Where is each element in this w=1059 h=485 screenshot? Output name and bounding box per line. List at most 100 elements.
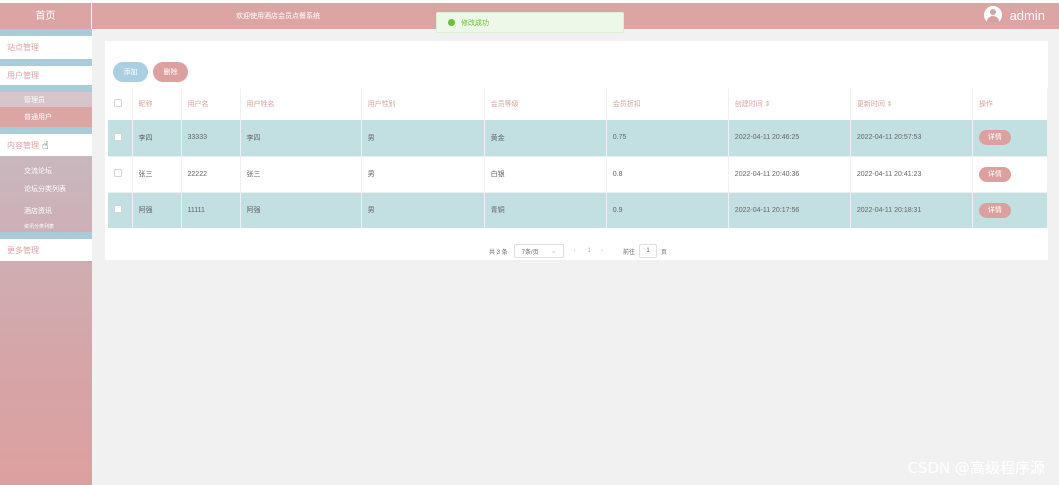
table-cell: 2022-04-11 20:46:25 (728, 120, 851, 156)
column-header: 操作 (972, 88, 1049, 120)
sidebar-divider (0, 29, 92, 36)
table-cell: 男 (361, 192, 485, 228)
pagination: 共 3 条 7条/页 ⌄ ‹ 1 › 前往 1 页 (489, 244, 667, 258)
column-header: 用户性别 (361, 88, 485, 120)
table-row: 阿强 11111 阿强 男 青铜 0.9 2022-04-11 20:17:56… (108, 192, 1049, 228)
table-cell: 2022-04-11 20:40:36 (728, 156, 851, 192)
page-size-select[interactable]: 7条/页 ⌄ (513, 244, 564, 258)
sidebar-divider (0, 59, 92, 66)
user-table: 昵称 用户名 用户姓名 用户性别 会员等级 会员折扣 创建时间 ⇕ 更新时间 ⇕… (108, 88, 1049, 228)
row-checkbox[interactable] (114, 205, 122, 214)
sidebar-item-label[interactable]: 资讯分类列表 (24, 223, 54, 230)
main-content: 添加 删除 昵称 用户名 用户姓名 用户性别 会员等级 会员折扣 创建时间 ⇕ … (92, 29, 1059, 485)
sidebar-group-content[interactable]: 内容管理 ☝ (0, 134, 92, 156)
sidebar-item-label[interactable]: 论坛分类列表 (24, 184, 66, 194)
success-toast: 修改成功 (436, 12, 624, 33)
total-count: 共 3 条 (489, 249, 508, 256)
detail-button[interactable]: 详情 (978, 202, 1011, 218)
sortable-column-header[interactable]: 创建时间 ⇕ (728, 88, 851, 120)
prev-page-button[interactable]: ‹ (574, 248, 576, 254)
table-cell: 张三 (240, 156, 362, 192)
table-row: 李四 33333 李四 男 黄金 0.75 2022-04-11 20:46:2… (108, 120, 1049, 156)
sidebar-item-forum[interactable]: 交流论坛 (0, 162, 92, 180)
sidebar-item-hotel-news[interactable]: 酒店资讯 (0, 202, 92, 220)
sidebar-group-label[interactable]: 站点管理 (7, 42, 39, 53)
sidebar-group-user[interactable]: 用户管理 (0, 66, 92, 85)
table-cell: 李四 (240, 120, 362, 156)
home-label[interactable]: 首页 (36, 7, 56, 22)
action-cell: 详情 (972, 192, 1049, 228)
table-cell: 0.75 (606, 120, 729, 156)
row-checkbox[interactable] (114, 132, 122, 141)
table-cell: 张三 (132, 156, 182, 192)
page-number-current[interactable]: 1 (588, 248, 591, 254)
detail-button[interactable]: 详情 (978, 166, 1011, 182)
column-header: 昵称 (132, 88, 182, 120)
table-cell: 2022-04-11 20:41:23 (850, 156, 973, 192)
table-row: 张三 22222 张三 男 白银 0.8 2022-04-11 20:40:36… (108, 156, 1049, 192)
table-cell: 11111 (181, 192, 241, 228)
column-header: 会员折扣 (606, 88, 729, 120)
table-cell: 白银 (484, 156, 607, 192)
table-cell: 0.8 (606, 156, 729, 192)
sortable-column-header[interactable]: 更新时间 ⇕ (850, 88, 973, 120)
sidebar-divider (0, 232, 92, 239)
sidebar-item-news-category[interactable]: 资讯分类列表 (0, 221, 92, 232)
sidebar-group-site[interactable]: 站点管理 (0, 36, 92, 59)
sidebar-group-more[interactable]: 更多管理 (0, 239, 92, 261)
select-all-cell[interactable] (108, 88, 133, 120)
add-button[interactable]: 添加 (113, 62, 148, 82)
sidebar-group-label[interactable]: 用户管理 (7, 70, 39, 81)
table-cell: 阿强 (132, 192, 182, 228)
column-header: 会员等级 (484, 88, 607, 120)
table-cell: 0.9 (606, 192, 729, 228)
action-cell: 详情 (972, 120, 1049, 156)
table-cell: 2022-04-11 20:57:53 (850, 120, 973, 156)
table-cell: 2022-04-11 20:18:31 (850, 192, 973, 228)
success-check-icon (448, 19, 455, 26)
sidebar-item-label[interactable]: 普通用户 (24, 112, 52, 122)
home-tab[interactable]: 首页 (0, 3, 92, 29)
row-checkbox[interactable] (114, 169, 122, 177)
next-page-button[interactable]: › (601, 248, 603, 254)
goto-page-input[interactable]: 1 (639, 244, 658, 258)
row-select-cell[interactable] (108, 192, 133, 228)
sidebar-divider (0, 85, 92, 92)
table-cell: 男 (361, 120, 485, 156)
sidebar-item-admin[interactable]: 管理员 (0, 92, 92, 107)
sidebar-item-label[interactable]: 交流论坛 (24, 166, 52, 176)
column-header: 用户名 (181, 88, 241, 120)
select-all-checkbox[interactable] (114, 99, 122, 107)
welcome-text: 欢迎使用酒店会员点餐系统 (236, 13, 320, 20)
row-select-cell[interactable] (108, 120, 133, 156)
table-cell: 青铜 (484, 192, 607, 228)
sidebar-group-label[interactable]: 内容管理 (7, 140, 39, 151)
pointer-cursor-icon: ☝ (42, 139, 49, 152)
table-cell: 李四 (132, 120, 182, 156)
sidebar-item-label[interactable]: 酒店资讯 (24, 206, 52, 216)
table-header-row: 昵称 用户名 用户姓名 用户性别 会员等级 会员折扣 创建时间 ⇕ 更新时间 ⇕… (108, 88, 1049, 120)
chevron-down-icon[interactable]: ⌄ (551, 247, 557, 255)
delete-button[interactable]: 删除 (153, 62, 188, 82)
table-cell: 男 (361, 156, 485, 192)
username-label[interactable]: admin (1010, 8, 1045, 23)
sidebar-item-label[interactable]: 管理员 (24, 95, 45, 105)
watermark: CSDN @高级程序源 (907, 459, 1045, 477)
detail-button[interactable]: 详情 (978, 130, 1011, 146)
goto-label: 前往 (623, 249, 636, 256)
sidebar-group-label[interactable]: 更多管理 (7, 245, 39, 256)
table-cell: 33333 (181, 120, 241, 156)
table-cell: 阿强 (240, 192, 362, 228)
table-cell: 黄金 (484, 120, 607, 156)
table-cell: 22222 (181, 156, 241, 192)
row-select-cell[interactable] (108, 156, 133, 192)
page-size-value[interactable]: 7条/页 (522, 247, 539, 256)
column-header: 用户姓名 (240, 88, 362, 120)
sidebar-item-normal-user[interactable]: 普通用户 (0, 107, 92, 127)
user-list-panel: 添加 删除 昵称 用户名 用户姓名 用户性别 会员等级 会员折扣 创建时间 ⇕ … (105, 41, 1049, 260)
avatar-icon[interactable] (983, 6, 1002, 24)
sidebar-item-forum-category[interactable]: 论坛分类列表 (0, 181, 92, 197)
toast-message: 修改成功 (461, 19, 489, 27)
user-menu[interactable]: admin (983, 6, 1045, 24)
action-cell: 详情 (972, 156, 1049, 192)
